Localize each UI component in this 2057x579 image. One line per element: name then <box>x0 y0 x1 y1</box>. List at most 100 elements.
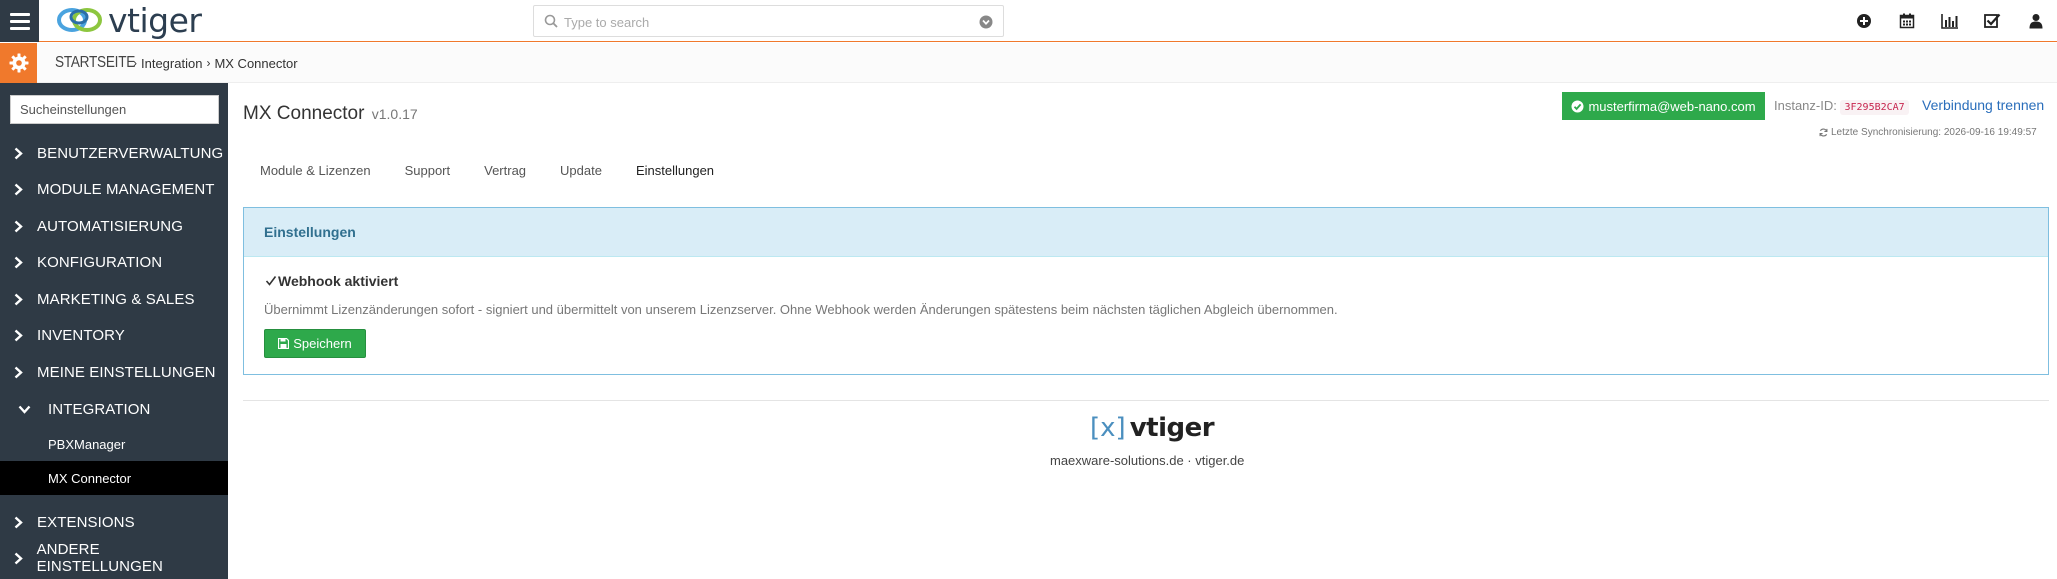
sidebar-item-label: BENUTZERVERWALTUNG <box>37 144 224 162</box>
gear-icon <box>9 53 28 73</box>
chevron-right-icon <box>14 552 23 564</box>
quick-create-button[interactable] <box>1842 0 1885 42</box>
top-icon-bar <box>1842 0 2057 42</box>
vtiger-logo-icon <box>57 8 102 32</box>
sidebar-subitem-pbxmanager[interactable]: PBXManager <box>0 427 228 461</box>
sidebar-item-inventory[interactable]: INVENTORY <box>0 317 228 353</box>
sidebar-item-extensions[interactable]: EXTENSIONS <box>0 504 228 540</box>
chevron-right-icon <box>14 516 23 528</box>
tab-einstellungen[interactable]: Einstellungen <box>619 155 731 185</box>
sidebar-item-benutzerverwaltung[interactable]: BENUTZERVERWALTUNG <box>0 135 228 171</box>
chevron-right-icon <box>14 329 23 341</box>
logo-text: vtiger <box>108 0 202 40</box>
breadcrumb-home[interactable]: STARTSEITE <box>55 54 135 72</box>
logo-bracket: [x] <box>1090 413 1126 443</box>
plus-circle-icon <box>1856 14 1871 28</box>
refresh-icon <box>1819 128 1828 137</box>
instance-id: Instanz-ID: 3F295B2CA7 <box>1774 98 1909 115</box>
footer-divider <box>243 400 2049 401</box>
save-button-label: Speichern <box>293 336 352 351</box>
sidebar-subitem-mx-connector[interactable]: MX Connector <box>0 461 228 495</box>
webhook-description: Übernimmt Lizenzänderungen sofort - sign… <box>264 302 1338 317</box>
floppy-disk-icon <box>278 338 290 349</box>
chevron-right-icon <box>14 220 23 232</box>
calendar-button[interactable] <box>1885 0 1928 42</box>
panel-heading: Einstellungen <box>244 208 2048 257</box>
settings-panel: Einstellungen Webhook aktiviert Übernimm… <box>243 207 2049 375</box>
search-icon <box>544 14 558 28</box>
sidebar-item-label: EXTENSIONS <box>37 513 135 531</box>
breadcrumb-current: MX Connector <box>214 55 298 71</box>
checkmark-icon <box>265 276 276 286</box>
last-sync-text: Letzte Synchronisierung: 2026-09-16 19:4… <box>1831 127 2037 138</box>
chevron-right-icon <box>14 366 23 378</box>
sidebar-item-label: INVENTORY <box>37 326 125 344</box>
breadcrumb-integration[interactable]: Integration <box>141 56 202 71</box>
sidebar-item-label: INTEGRATION <box>48 400 151 418</box>
global-search[interactable] <box>533 5 1004 37</box>
instance-id-value: 3F295B2CA7 <box>1840 100 1909 115</box>
chevron-right-icon <box>14 293 23 305</box>
sidebar-item-meine-einstellungen[interactable]: MEINE EINSTELLUNGEN <box>0 354 228 390</box>
tab-update[interactable]: Update <box>543 155 619 185</box>
sidebar-subitem-label: MX Connector <box>48 470 132 486</box>
tab-bar: Module & Lizenzen Support Vertrag Update… <box>243 155 731 185</box>
tab-vertrag[interactable]: Vertrag <box>467 155 543 185</box>
sidebar-item-automatisierung[interactable]: AUTOMATISIERUNG <box>0 208 228 244</box>
sidebar-item-label: AUTOMATISIERUNG <box>37 217 183 235</box>
main-content: MX Connector v1.0.17 musterfirma@web-nan… <box>228 83 2057 579</box>
instance-id-label: Instanz-ID: <box>1774 98 1837 113</box>
user-icon <box>2029 14 2042 29</box>
page-title: MX Connector v1.0.17 <box>243 103 418 125</box>
version-label: v1.0.17 <box>371 106 418 122</box>
sidebar-item-andere-einstellungen[interactable]: ANDERE EINSTELLUNGEN <box>0 540 228 576</box>
sidebar-item-label: ANDERE EINSTELLUNGEN <box>36 541 163 575</box>
logo-text: vtiger <box>1129 413 1215 443</box>
bar-chart-icon <box>1940 14 1958 29</box>
chevron-down-icon <box>18 405 30 414</box>
chevron-right-icon: › <box>206 56 211 70</box>
checkbox-icon <box>1984 13 2001 28</box>
sidebar-item-label: MARKETING & SALES <box>37 290 195 308</box>
webhook-checkbox[interactable] <box>264 275 277 288</box>
breadcrumb-bar: STARTSEITE › Integration › MX Connector <box>0 43 2057 83</box>
settings-button[interactable] <box>0 43 37 83</box>
sidebar-item-module-management[interactable]: MODULE MANAGEMENT <box>0 171 228 207</box>
breadcrumb: STARTSEITE › Integration › MX Connector <box>55 43 298 83</box>
settings-search[interactable] <box>10 95 219 124</box>
settings-search-input[interactable] <box>11 96 218 123</box>
tasks-button[interactable] <box>1971 0 2014 42</box>
menu-toggle-button[interactable] <box>0 0 39 42</box>
vtiger-logo[interactable]: vtiger <box>56 0 202 40</box>
chevron-down-circle-icon[interactable] <box>979 15 993 29</box>
reports-button[interactable] <box>1928 0 1971 42</box>
chevron-right-icon <box>14 183 23 195</box>
sidebar-item-label: KONFIGURATION <box>37 253 163 271</box>
tab-support[interactable]: Support <box>388 155 468 185</box>
webhook-checkbox-label: Webhook aktiviert <box>278 273 399 289</box>
disconnect-link[interactable]: Verbindung trennen <box>1922 97 2044 113</box>
chevron-right-icon <box>14 256 23 268</box>
webhook-checkbox-row[interactable]: Webhook aktiviert <box>264 273 398 289</box>
check-circle-icon <box>1571 100 1584 112</box>
top-navbar: vtiger <box>0 0 2057 42</box>
sidebar-subitem-label: PBXManager <box>48 436 126 452</box>
sidebar-item-integration[interactable]: INTEGRATION <box>0 391 228 427</box>
sidebar-item-label: MEINE EINSTELLUNGEN <box>37 363 216 381</box>
page-title-text: MX Connector <box>243 103 365 124</box>
sidebar-item-label: MODULE MANAGEMENT <box>37 180 215 198</box>
account-status-badge: musterfirma@web-nano.com <box>1562 92 1765 120</box>
settings-sidebar: BENUTZERVERWALTUNG MODULE MANAGEMENT AUT… <box>0 83 228 579</box>
tab-module-lizenzen[interactable]: Module & Lizenzen <box>243 155 388 185</box>
chevron-right-icon <box>14 147 23 159</box>
sidebar-item-konfiguration[interactable]: KONFIGURATION <box>0 244 228 280</box>
save-button[interactable]: Speichern <box>264 329 366 358</box>
global-search-input[interactable] <box>564 12 964 32</box>
last-sync-info: Letzte Synchronisierung: 2026-09-16 19:4… <box>1819 127 2037 138</box>
user-menu-button[interactable] <box>2014 0 2057 42</box>
footer-links[interactable]: maexware-solutions.de · vtiger.de <box>1050 453 1244 468</box>
maexware-vtiger-logo: [x] vtiger <box>1090 413 1215 443</box>
sidebar-item-marketing-sales[interactable]: MARKETING & SALES <box>0 281 228 317</box>
calendar-icon <box>1899 13 1914 29</box>
account-email: musterfirma@web-nano.com <box>1588 98 1756 114</box>
